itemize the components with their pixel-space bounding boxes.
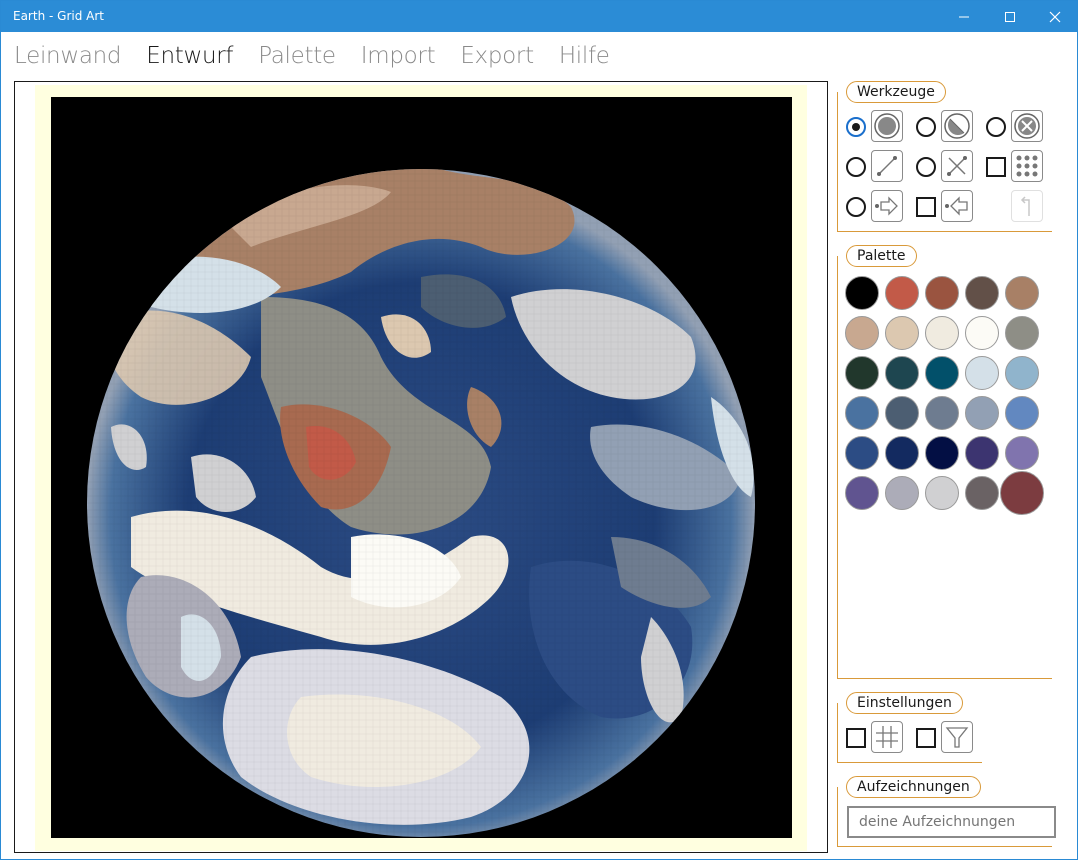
arrow-left-icon [945, 196, 968, 216]
palette-color-swatch[interactable] [845, 316, 879, 350]
tools-group-label: Werkzeuge [846, 81, 946, 103]
grid-canvas-frame [14, 81, 828, 853]
tool-radio-line[interactable] [846, 157, 866, 177]
palette-color-swatch[interactable] [845, 476, 879, 510]
minimize-icon [959, 16, 969, 17]
app-window: Earth - Grid Art Leinwand Entwurf Palette I… [0, 0, 1078, 860]
tool-radio-fill[interactable] [846, 117, 866, 137]
notes-group-label: Aufzeichnungen [846, 776, 981, 798]
notes-input[interactable] [847, 806, 1056, 838]
tool-erase-button[interactable] [1011, 110, 1043, 142]
window-title: Earth - Grid Art [13, 9, 104, 23]
palette-color-swatch[interactable] [1005, 356, 1039, 390]
palette-color-swatch[interactable] [845, 436, 879, 470]
menu-item-import[interactable]: Import [361, 43, 436, 75]
cross-line-icon [947, 156, 967, 176]
palette-color-swatch[interactable] [925, 276, 959, 310]
palette-color-swatch[interactable] [845, 276, 879, 310]
tool-line-button[interactable] [871, 150, 903, 182]
palette-color-swatch[interactable] [1005, 436, 1039, 470]
undo-button[interactable] [1011, 190, 1043, 222]
dot-grid-icon [1016, 155, 1038, 177]
palette-color-swatch[interactable] [965, 396, 999, 430]
minimize-button[interactable] [941, 1, 987, 32]
grid-icon [876, 726, 898, 748]
palette-color-swatch[interactable] [965, 276, 999, 310]
tool-dots-button[interactable] [1011, 150, 1043, 182]
line-icon [877, 156, 897, 176]
maximize-button[interactable] [987, 1, 1033, 32]
tool-radio-erase[interactable] [986, 117, 1006, 137]
main-menu: Leinwand Entwurf Palette Import Export Hilfe [14, 43, 635, 75]
palette-color-swatch[interactable] [1005, 276, 1039, 310]
palette-color-swatch[interactable] [925, 436, 959, 470]
palette-color-swatch[interactable] [885, 396, 919, 430]
menu-item-palette[interactable]: Palette [258, 43, 336, 75]
palette-color-swatch[interactable] [1000, 471, 1044, 515]
menu-item-leinwand[interactable]: Leinwand [14, 43, 122, 75]
palette-color-swatch[interactable] [845, 356, 879, 390]
tool-half-button[interactable] [941, 110, 973, 142]
undo-icon [1020, 196, 1030, 216]
palette-color-swatch[interactable] [965, 476, 999, 510]
palette-color-swatch[interactable] [965, 436, 999, 470]
palette-color-swatch[interactable] [925, 476, 959, 510]
tool-cross-button[interactable] [941, 150, 973, 182]
menu-item-export[interactable]: Export [460, 43, 534, 75]
fill-circle-icon [874, 113, 900, 139]
filter-toggle-button[interactable] [941, 721, 973, 753]
close-button[interactable] [1032, 1, 1078, 32]
settings-group-label: Einstellungen [846, 692, 963, 714]
palette-color-swatch[interactable] [1005, 396, 1039, 430]
tool-radio-arrow-right[interactable] [846, 197, 866, 217]
tool-radio-cross[interactable] [916, 157, 936, 177]
palette-color-swatch[interactable] [885, 356, 919, 390]
erase-circle-icon [1014, 113, 1040, 139]
palette-color-swatch[interactable] [965, 356, 999, 390]
palette-color-swatch[interactable] [885, 316, 919, 350]
palette-color-swatch[interactable] [925, 356, 959, 390]
palette-color-swatch[interactable] [845, 396, 879, 430]
filter-toggle-check[interactable] [916, 728, 936, 748]
maximize-icon [1005, 11, 1015, 22]
arrow-right-icon [875, 196, 898, 216]
earth-pixel-art [51, 97, 792, 838]
palette-color-swatch[interactable] [885, 276, 919, 310]
filter-icon [945, 727, 969, 748]
close-icon [1049, 11, 1061, 22]
tool-check-arrow-left[interactable] [916, 197, 936, 217]
palette-color-swatch[interactable] [925, 396, 959, 430]
palette-group-label: Palette [846, 245, 917, 267]
tool-fill-button[interactable] [871, 110, 903, 142]
tool-radio-half[interactable] [916, 117, 936, 137]
grid-toggle-button[interactable] [871, 721, 903, 753]
tool-check-dots[interactable] [986, 157, 1006, 177]
menu-item-hilfe[interactable]: Hilfe [559, 43, 610, 75]
palette-color-swatch[interactable] [925, 316, 959, 350]
palette-color-swatch[interactable] [885, 436, 919, 470]
pixel-grid-canvas[interactable] [51, 97, 792, 838]
palette-color-swatch[interactable] [965, 316, 999, 350]
title-bar: Earth - Grid Art [1, 1, 1077, 32]
palette-color-swatch[interactable] [1005, 316, 1039, 350]
tool-arrow-left-button[interactable] [941, 190, 973, 222]
palette-color-swatch[interactable] [885, 476, 919, 510]
tool-arrow-right-button[interactable] [871, 190, 903, 222]
menu-item-entwurf[interactable]: Entwurf [146, 43, 233, 75]
grid-toggle-check[interactable] [846, 728, 866, 748]
half-circle-icon [944, 113, 970, 139]
